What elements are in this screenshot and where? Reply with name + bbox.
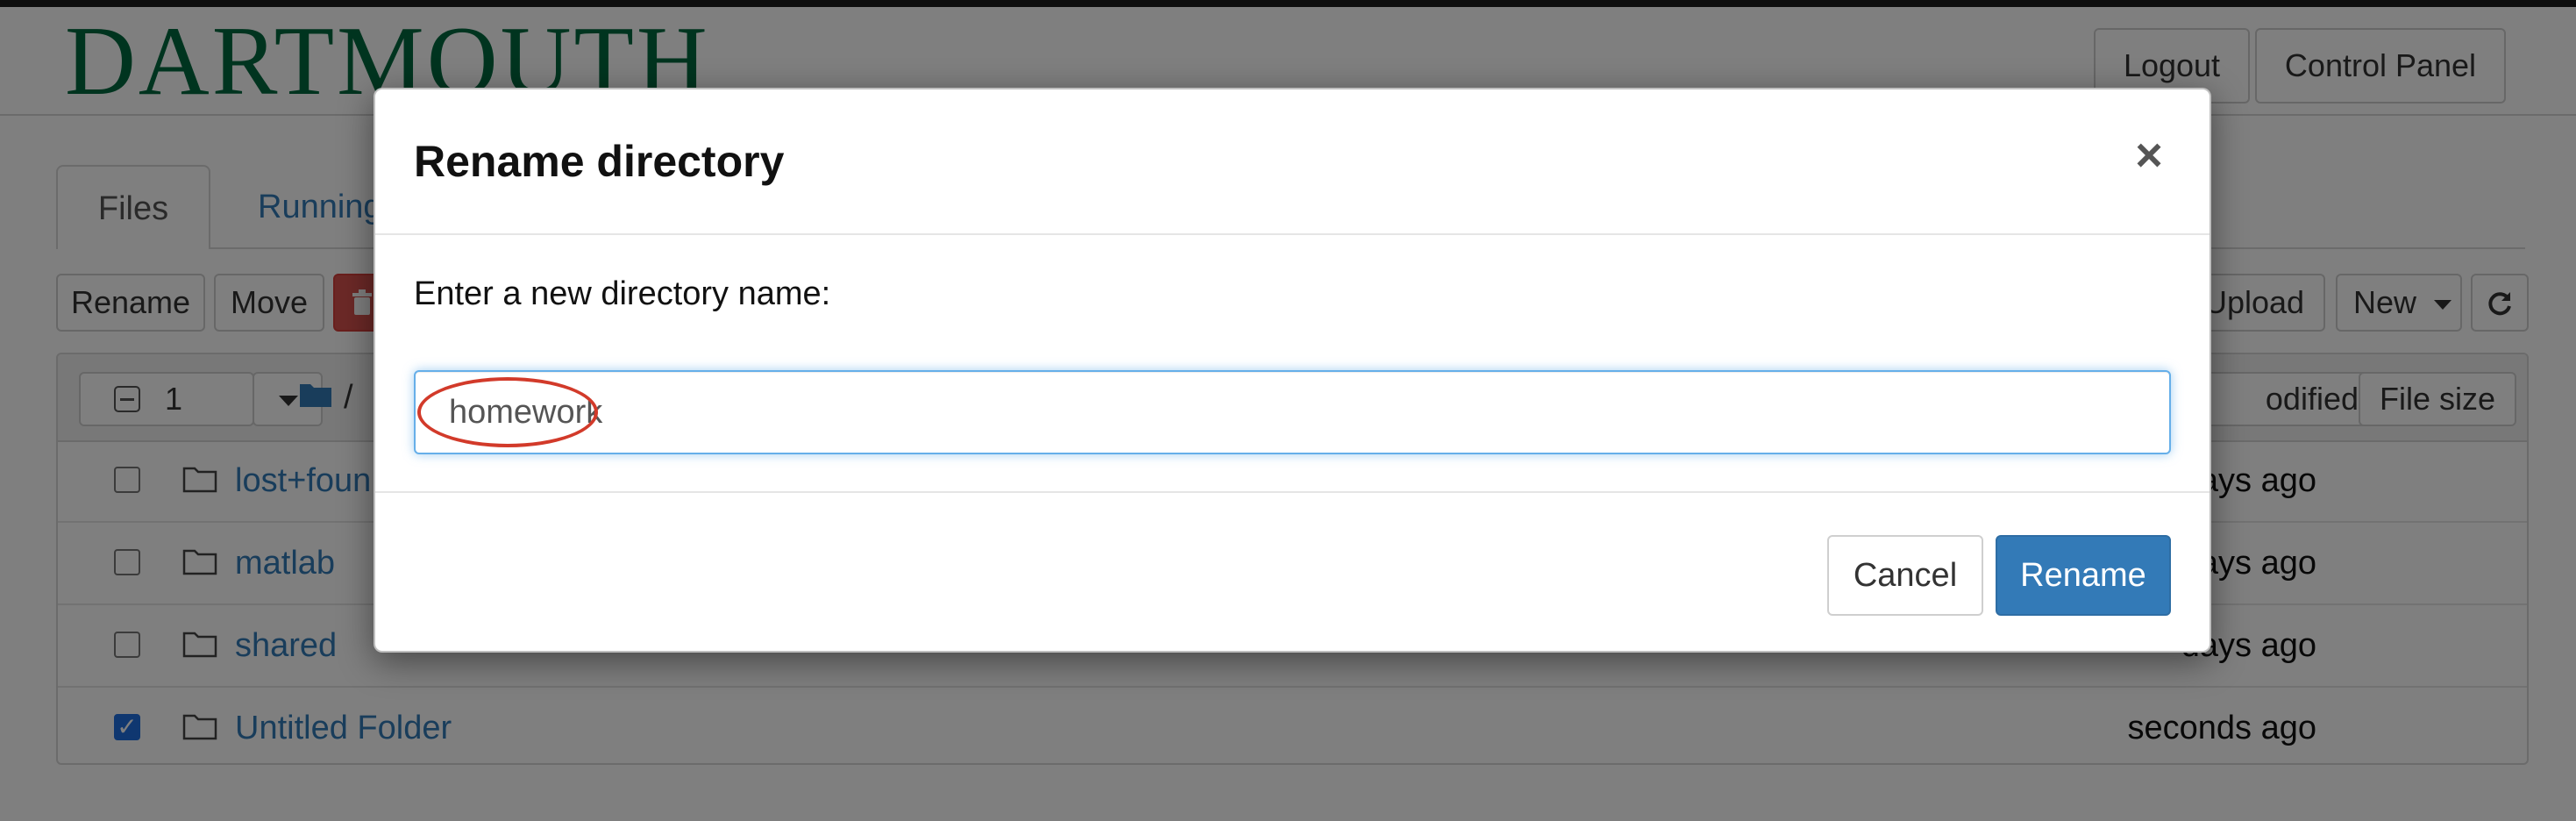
dialog-footer-divider (375, 491, 2210, 493)
dialog-title: Rename directory (414, 137, 785, 186)
directory-name-input[interactable] (416, 372, 2169, 453)
directory-name-field (414, 370, 2171, 454)
close-icon[interactable]: × (2127, 132, 2171, 179)
rename-directory-dialog: Rename directory × Enter a new directory… (374, 88, 2211, 653)
rename-confirm-button[interactable]: Rename (1996, 535, 2171, 616)
cancel-button[interactable]: Cancel (1827, 535, 1983, 616)
directory-name-label: Enter a new directory name: (414, 275, 831, 312)
dialog-header: Rename directory × (375, 89, 2210, 235)
